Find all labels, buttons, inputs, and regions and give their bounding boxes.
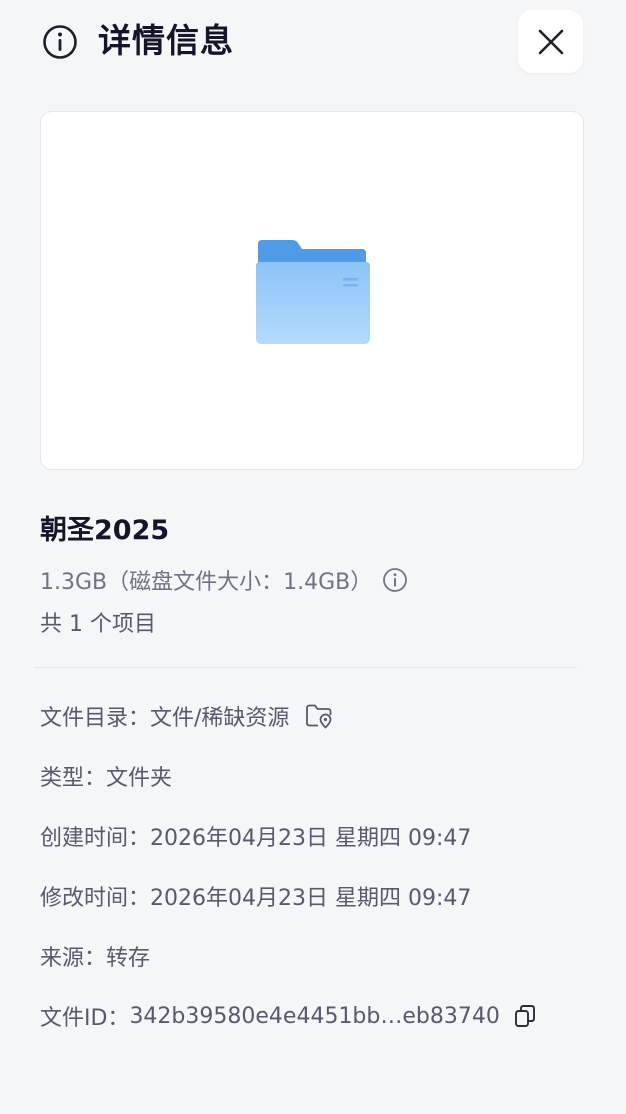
source-row: 来源： 转存 — [40, 937, 150, 975]
file-id-row: 文件ID： 342b39580e4e4451bb…eb83740 — [40, 997, 536, 1035]
file-id-label: 文件ID： — [40, 1006, 130, 1031]
created-label: 创建时间： — [40, 826, 151, 851]
detail-header: 详情信息 — [0, 0, 626, 84]
directory-row: 文件目录： 文件/稀缺资源 — [40, 697, 333, 735]
type-value: 文件夹 — [106, 766, 173, 791]
file-name: 朝圣2025 — [40, 515, 170, 546]
created-row: 创建时间： 2026年04月23日 星期四 09:47 — [40, 817, 471, 855]
item-count: 共 1 个项目 — [40, 612, 156, 637]
modified-label: 修改时间： — [40, 886, 151, 911]
close-button[interactable] — [518, 10, 583, 73]
folder-icon — [256, 240, 370, 344]
file-size-row: 1.3GB（磁盘文件大小：1.4GB） — [40, 562, 408, 598]
size-info-icon[interactable] — [382, 567, 408, 593]
modified-row: 修改时间： 2026年04月23日 星期四 09:47 — [40, 877, 471, 915]
source-label: 来源： — [40, 946, 107, 971]
folder-locate-icon[interactable] — [305, 703, 333, 729]
file-id-value: 342b39580e4e4451bb…eb83740 — [129, 1003, 500, 1029]
created-value: 2026年04月23日 星期四 09:47 — [150, 826, 472, 851]
copy-icon[interactable] — [514, 1004, 536, 1028]
file-size: 1.3GB（磁盘文件大小：1.4GB） — [40, 570, 373, 595]
directory-label: 文件目录： — [40, 706, 151, 731]
file-preview — [40, 111, 584, 470]
divider — [34, 667, 577, 668]
type-label: 类型： — [40, 766, 107, 791]
type-row: 类型： 文件夹 — [40, 757, 172, 795]
source-value: 转存 — [106, 946, 151, 971]
info-circle-icon — [43, 25, 77, 59]
modified-value: 2026年04月23日 星期四 09:47 — [150, 886, 472, 911]
directory-value: 文件/稀缺资源 — [150, 706, 290, 731]
close-icon — [538, 29, 563, 54]
panel-title: 详情信息 — [98, 21, 234, 60]
